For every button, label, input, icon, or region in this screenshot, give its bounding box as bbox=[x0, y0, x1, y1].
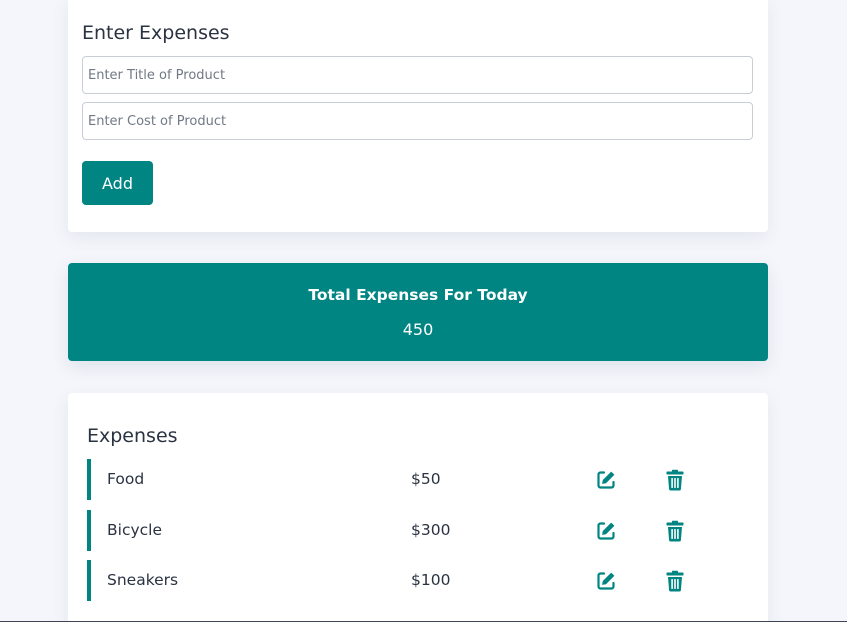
edit-icon bbox=[597, 572, 615, 590]
edit-button[interactable] bbox=[595, 570, 617, 592]
expense-name: Sneakers bbox=[107, 571, 179, 589]
total-value: 450 bbox=[402, 320, 434, 339]
expense-row: Food $50 bbox=[87, 459, 749, 500]
expense-row: Bicycle $300 bbox=[87, 509, 749, 551]
total-label: Total Expenses For Today bbox=[308, 286, 528, 304]
product-cost-input[interactable] bbox=[82, 102, 753, 140]
expenses-title: Expenses bbox=[87, 425, 178, 447]
page: Enter Expenses Add Total Expenses For To… bbox=[0, 0, 847, 622]
expense-cost: $300 bbox=[411, 520, 451, 539]
edit-icon bbox=[597, 471, 615, 489]
delete-button[interactable] bbox=[664, 520, 686, 542]
expense-row: Sneakers $100 bbox=[87, 560, 749, 601]
delete-button[interactable] bbox=[664, 469, 686, 491]
expense-cost: $50 bbox=[411, 470, 441, 488]
entry-title: Enter Expenses bbox=[82, 22, 230, 44]
add-button[interactable]: Add bbox=[82, 161, 153, 205]
trash-icon bbox=[666, 520, 684, 542]
edit-button[interactable] bbox=[595, 520, 617, 542]
trash-icon bbox=[666, 469, 684, 491]
expense-cost: $100 bbox=[411, 571, 451, 589]
edit-button[interactable] bbox=[595, 469, 617, 491]
expenses-list-card: Expenses Food $50 Bicycle $300 Sneakers … bbox=[68, 393, 768, 622]
edit-icon bbox=[597, 521, 615, 540]
expense-name: Bicycle bbox=[107, 520, 162, 539]
expense-name: Food bbox=[107, 470, 145, 488]
product-title-input[interactable] bbox=[82, 56, 753, 94]
total-expenses-card: Total Expenses For Today 450 bbox=[68, 263, 768, 361]
delete-button[interactable] bbox=[664, 570, 686, 592]
trash-icon bbox=[666, 570, 684, 592]
expense-entry-card: Enter Expenses Add bbox=[68, 0, 768, 232]
